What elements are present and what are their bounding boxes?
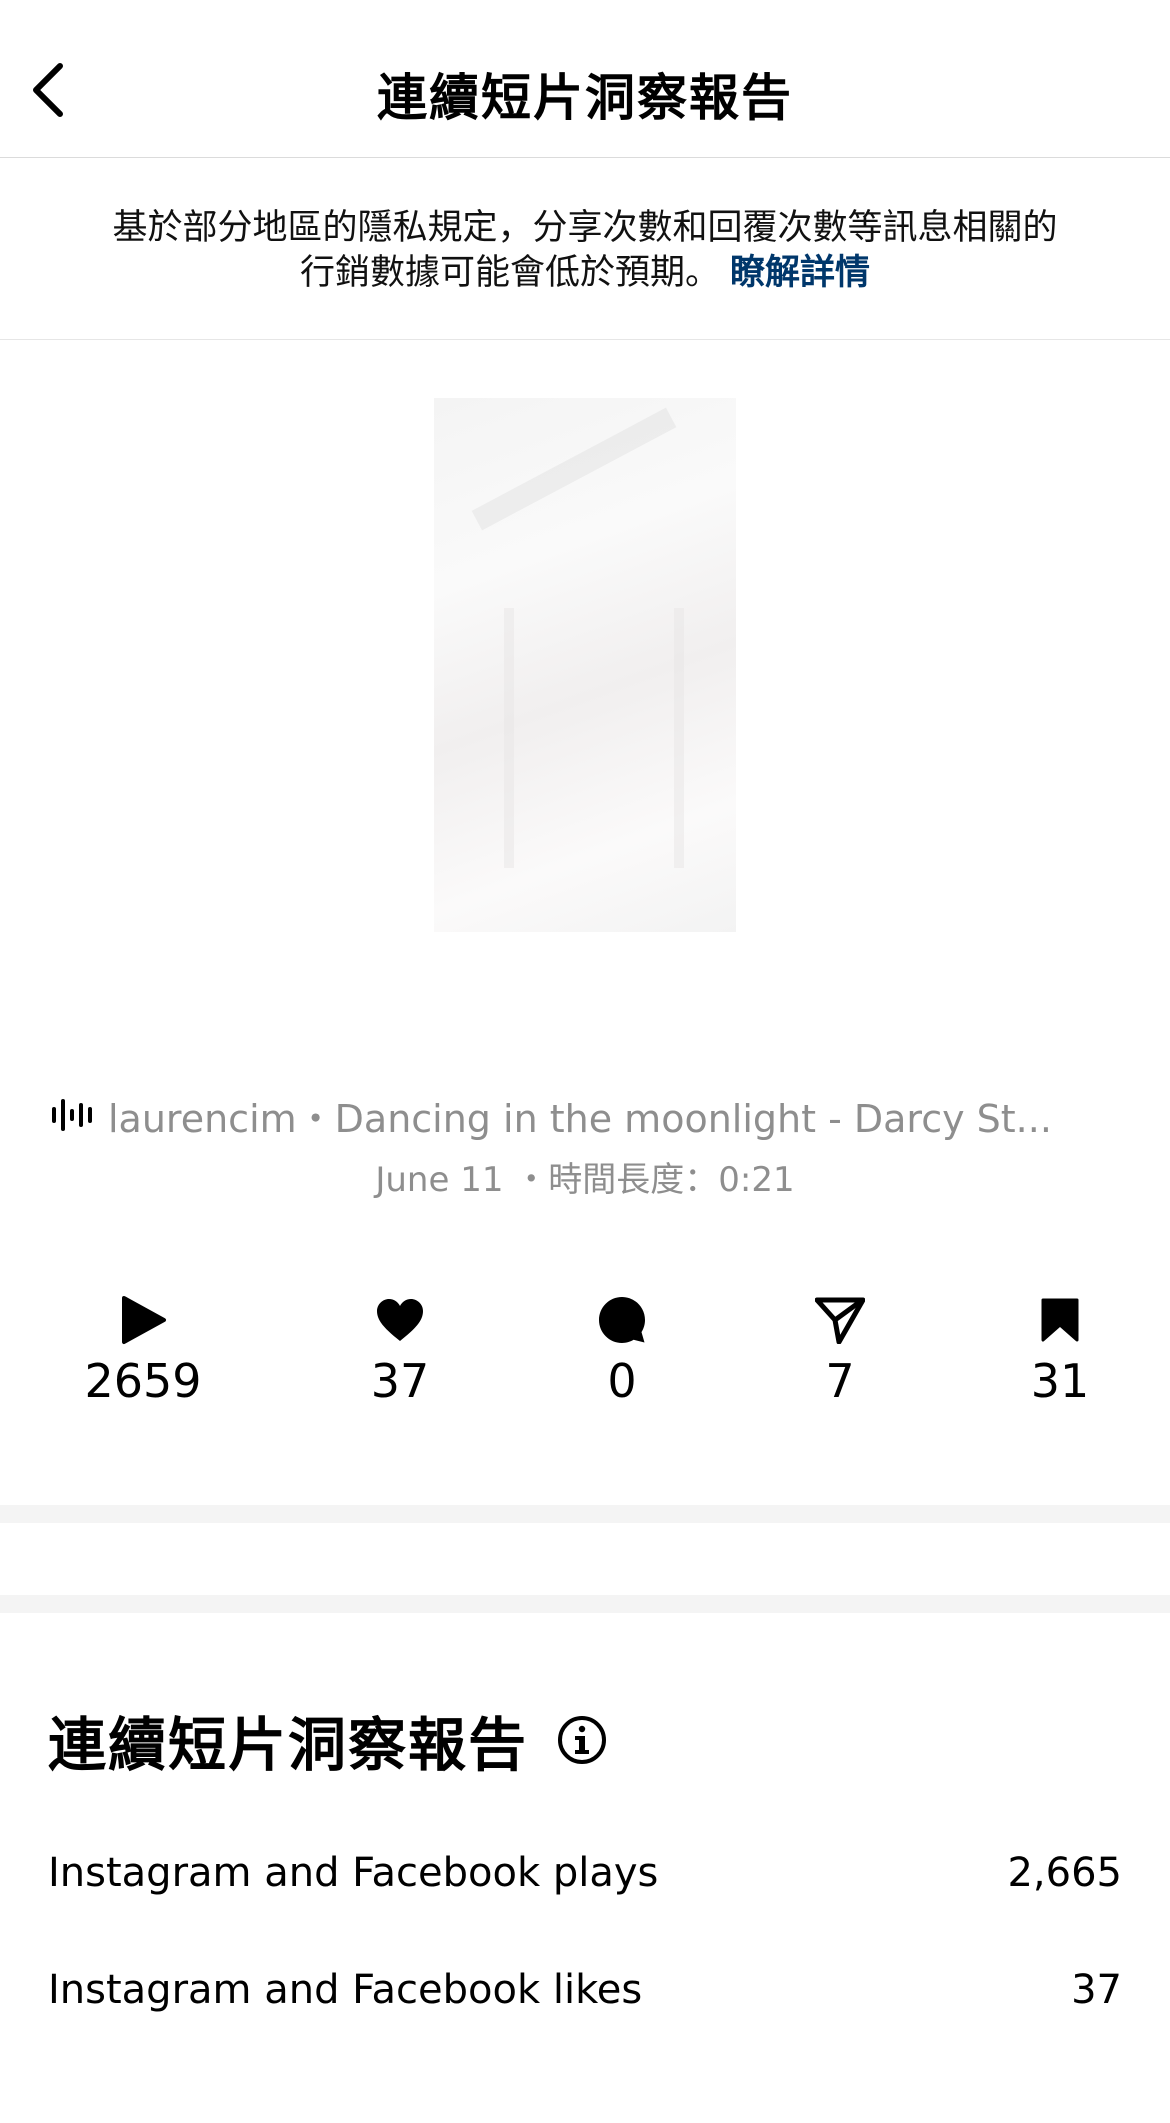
metric-label: Instagram and Facebook plays xyxy=(48,1850,659,1896)
info-icon[interactable] xyxy=(556,1714,608,1766)
stats-row: 2659 37 0 7 31 xyxy=(0,1290,1170,1420)
likes-count: 37 xyxy=(370,1354,430,1408)
insights-section-title: 連續短片洞察報告 xyxy=(48,1700,608,1780)
share-icon xyxy=(815,1297,865,1344)
metric-value: 2,665 xyxy=(1007,1850,1122,1896)
saves-count: 31 xyxy=(1030,1354,1090,1408)
shares-count: 7 xyxy=(825,1354,855,1408)
stat-comments: 0 xyxy=(532,1290,712,1408)
comment-icon xyxy=(599,1297,645,1343)
bookmark-icon xyxy=(1041,1298,1079,1342)
reel-duration: 時間長度：0:21 xyxy=(548,1160,795,1200)
audio-wave-icon xyxy=(52,1099,92,1131)
reel-thumbnail[interactable] xyxy=(434,398,736,932)
learn-more-link[interactable]: 瞭解詳情 xyxy=(730,253,870,293)
metric-value: 37 xyxy=(1071,1967,1122,2013)
plays-count: 2659 xyxy=(84,1354,202,1408)
comments-count: 0 xyxy=(607,1354,637,1408)
metric-row-likes: Instagram and Facebook likes 37 xyxy=(48,1967,1122,2013)
metric-row-plays: Instagram and Facebook plays 2,665 xyxy=(48,1850,1122,1896)
audio-label: laurencim・Dancing in the moonlight - Dar… xyxy=(108,1096,1052,1141)
insights-title: 連續短片洞察報告 xyxy=(48,1711,529,1779)
section-divider xyxy=(0,1505,1170,1523)
reel-meta: June 11 ・時間長度：0:21 xyxy=(0,1152,1170,1201)
stat-saves: 31 xyxy=(970,1290,1150,1408)
heart-icon xyxy=(377,1299,423,1341)
metric-label: Instagram and Facebook likes xyxy=(48,1967,643,2013)
audio-row[interactable]: laurencim・Dancing in the moonlight - Dar… xyxy=(50,1088,1120,1142)
notice-text: 基於部分地區的隱私規定，分享次數和回覆次數等訊息相關的行銷數據可能會低於預期。 xyxy=(112,208,1058,293)
play-icon xyxy=(122,1296,166,1344)
stat-shares: 7 xyxy=(750,1290,930,1408)
stat-plays: 2659 xyxy=(53,1290,233,1408)
top-bar: 連續短片洞察報告 xyxy=(0,0,1170,158)
stat-likes: 37 xyxy=(310,1290,490,1408)
page-title: 連續短片洞察報告 xyxy=(377,69,793,127)
meta-separator: ・ xyxy=(503,1160,549,1200)
section-divider xyxy=(0,1595,1170,1613)
reel-date: June 11 xyxy=(375,1160,504,1200)
privacy-notice: 基於部分地區的隱私規定，分享次數和回覆次數等訊息相關的行銷數據可能會低於預期。瞭… xyxy=(0,158,1170,340)
